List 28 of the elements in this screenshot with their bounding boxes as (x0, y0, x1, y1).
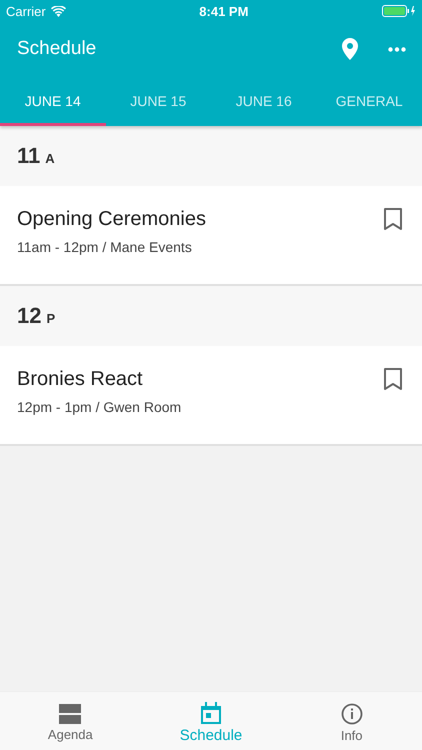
screen-title: Schedule (17, 38, 98, 60)
meridiem-label: A (45, 151, 55, 166)
date-tab[interactable]: JUNE 16 (211, 76, 316, 126)
event-row[interactable]: Bronies React 12pm - 1pm / Gwen Room (0, 346, 422, 446)
meridiem-label: P (46, 311, 56, 326)
event-row[interactable]: Opening Ceremonies 11am - 12pm / Mane Events (0, 186, 422, 286)
more-options-icon[interactable] (388, 46, 406, 52)
event-details: 11am - 12pm / Mane Events (17, 239, 193, 255)
nav-tab[interactable]: Agenda (0, 692, 141, 750)
event-title: Opening Ceremonies (17, 208, 207, 231)
date-tab[interactable]: GENERAL (316, 76, 422, 126)
nav-tab[interactable]: Info (281, 692, 422, 750)
hour-label: 12 (17, 303, 42, 329)
agenda-icon (59, 704, 82, 724)
hour-label: 11 (17, 143, 40, 169)
battery-icon (382, 5, 416, 17)
nav-tab[interactable]: Schedule (140, 692, 282, 750)
bookmark-icon[interactable] (384, 208, 402, 230)
wifi-icon (50, 6, 66, 16)
location-pin-icon[interactable] (342, 38, 358, 60)
event-details: 12pm - 1pm / Gwen Room (17, 399, 182, 415)
event-title: Bronies React (17, 368, 144, 391)
date-tab[interactable]: JUNE 15 (106, 76, 211, 126)
clock-time: 8:41 PM (199, 4, 248, 18)
calendar-icon (201, 702, 221, 724)
info-icon (340, 702, 363, 724)
carrier-label: Carrier (6, 4, 46, 18)
bookmark-icon[interactable] (384, 368, 402, 390)
